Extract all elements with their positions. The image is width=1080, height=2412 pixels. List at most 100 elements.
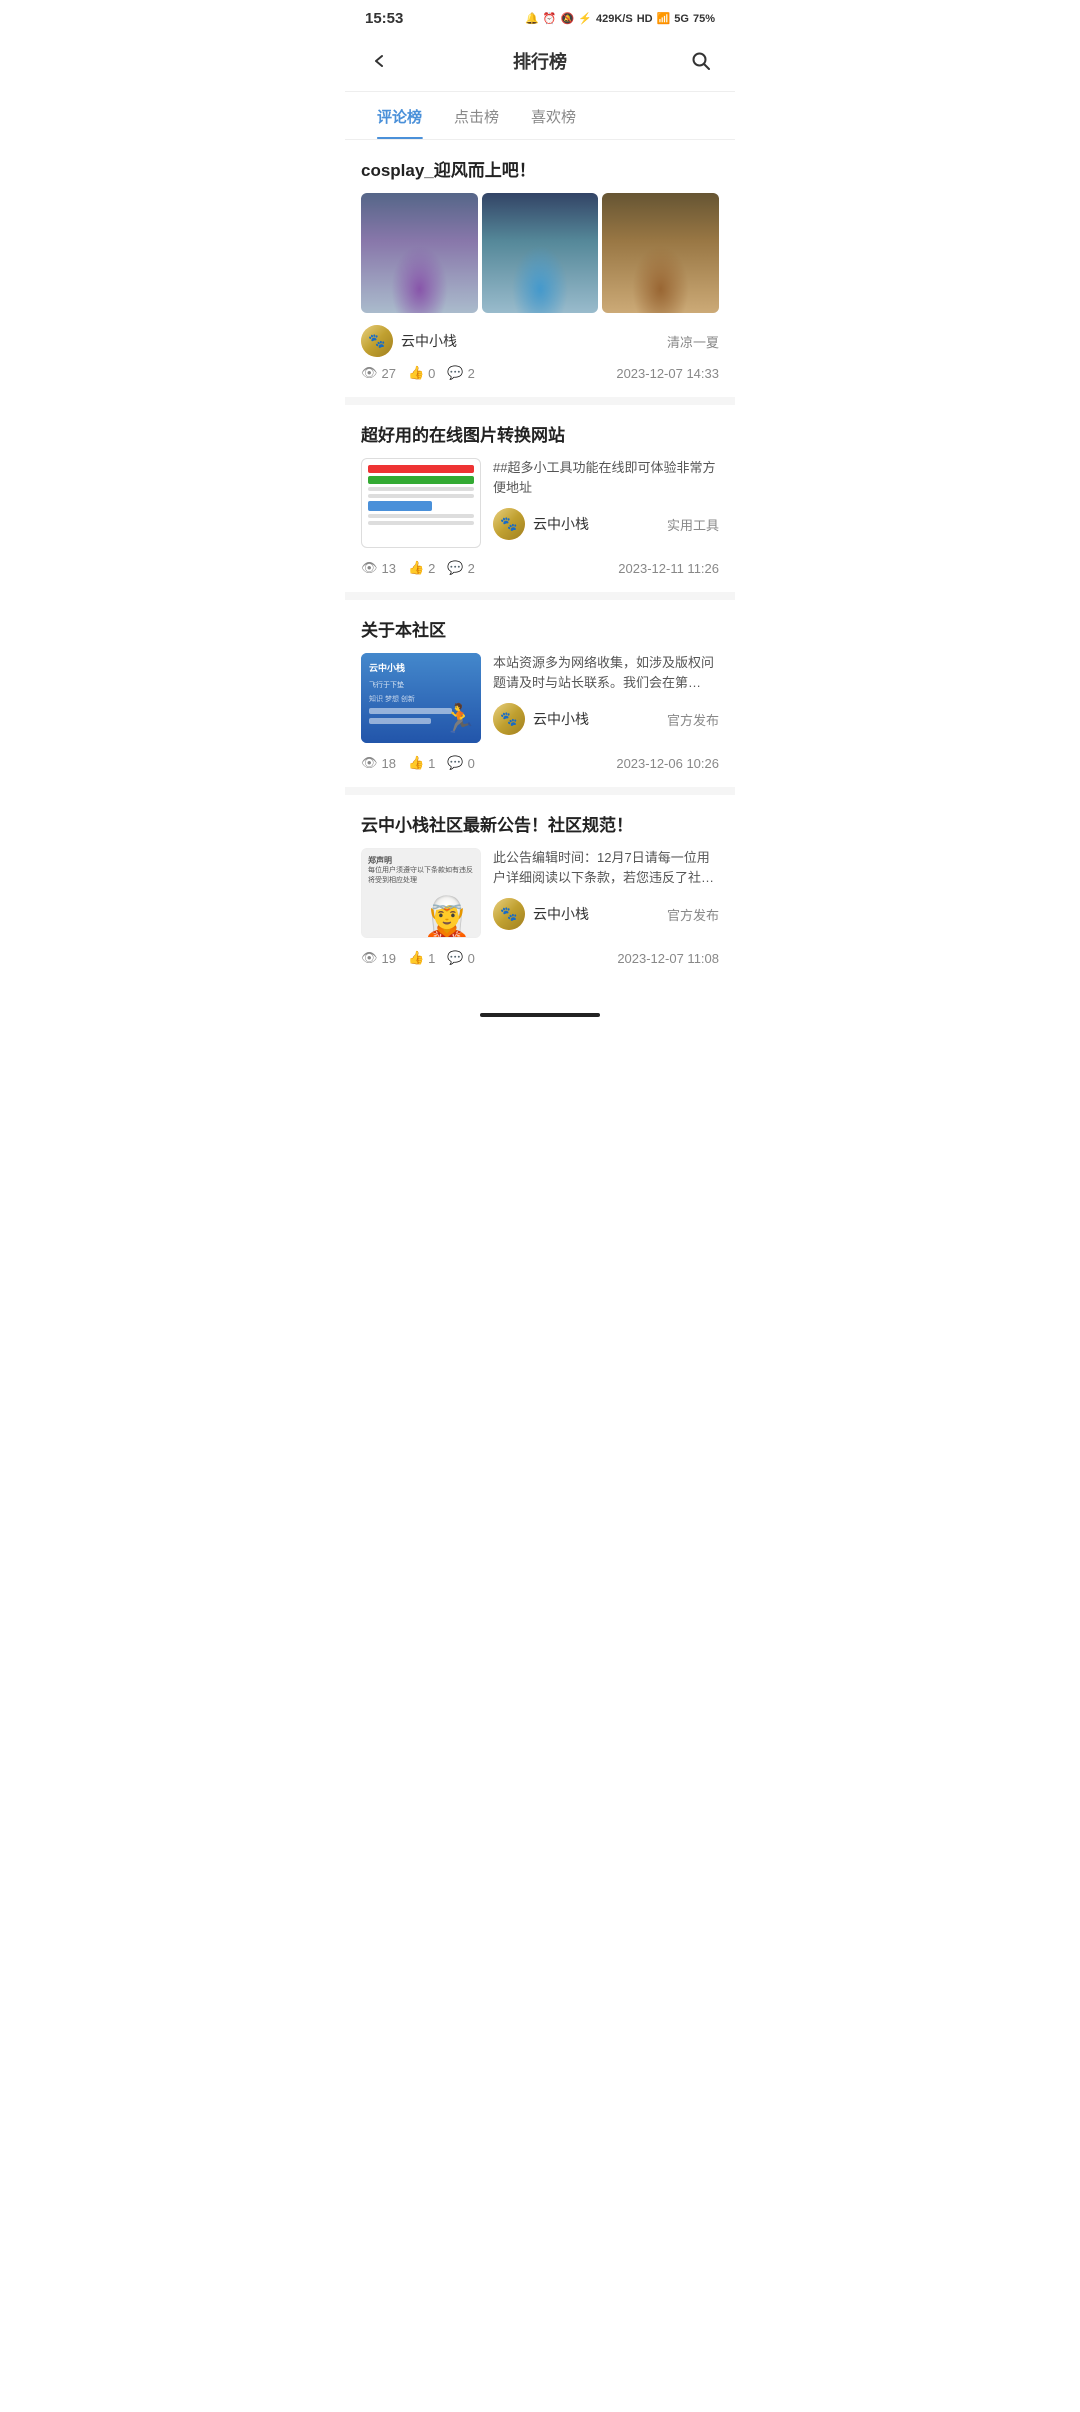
back-button[interactable] bbox=[361, 43, 397, 79]
category-tag-3: 官方发布 bbox=[667, 710, 719, 729]
author-row-2: 云中小栈 实用工具 bbox=[493, 508, 719, 540]
like-count-4: 👍 1 bbox=[408, 950, 435, 966]
avatar-4 bbox=[493, 898, 525, 930]
author-left-2: 云中小栈 bbox=[493, 508, 589, 540]
author-left-1: 云中小栈 bbox=[361, 325, 457, 357]
stats-row-2: 👁 13 👍 2 💬 2 2023-12-11 11:26 bbox=[361, 560, 719, 576]
status-icons: 🔔 ⏰ 🔕 ⚡ 429K/S HD 📶 5G 75% bbox=[525, 12, 715, 25]
post-title-1: cosplay_迎风而上吧！ bbox=[361, 156, 719, 181]
category-tag-2: 实用工具 bbox=[667, 515, 719, 534]
website-bar-red bbox=[368, 465, 474, 473]
notice-header-text: 每位用户须遵守以下条款如有违反将受到相应处理 bbox=[368, 866, 474, 886]
post-date-1: 2023-12-07 14:33 bbox=[616, 366, 719, 381]
stats-left-1: 👁 27 👍 0 💬 2 bbox=[361, 365, 475, 381]
website-btn bbox=[368, 501, 432, 511]
post-horizontal-2: ##超多小工具功能在线即可体验非常方便地址 云中小栈 实用工具 bbox=[361, 458, 719, 548]
stats-left-2: 👁 13 👍 2 💬 2 bbox=[361, 560, 475, 576]
bottom-nav bbox=[345, 990, 735, 1040]
comment-count-4: 💬 0 bbox=[447, 950, 474, 966]
avatar-1 bbox=[361, 325, 393, 357]
status-bar: 15:53 🔔 ⏰ 🔕 ⚡ 429K/S HD 📶 5G 75% bbox=[345, 0, 735, 33]
gallery-image-3 bbox=[602, 193, 719, 313]
tabs-container: 评论榜 点击榜 喜欢榜 bbox=[345, 92, 735, 140]
post-title-2: 超好用的在线图片转换网站 bbox=[361, 421, 719, 446]
author-left-4: 云中小栈 bbox=[493, 898, 589, 930]
community-line-1 bbox=[369, 708, 452, 714]
view-count-2: 👁 13 bbox=[361, 560, 396, 576]
community-slogan: 飞行于下垫 bbox=[369, 680, 473, 690]
author-name-2: 云中小栈 bbox=[533, 514, 589, 534]
post-card-1[interactable]: cosplay_迎风而上吧！ 云中小栈 清凉一夏 👁 27 👍 bbox=[345, 140, 735, 397]
post-card-3[interactable]: 关于本社区 云中小栈 飞行于下垫 知识 梦想 创新 🏃 本站资源多为网络收集，如… bbox=[345, 600, 735, 787]
view-count-3: 👁 18 bbox=[361, 755, 396, 771]
community-logo-text: 云中小栈 bbox=[369, 661, 473, 674]
comment-icon-4: 💬 bbox=[447, 950, 463, 966]
website-bar-green bbox=[368, 476, 474, 484]
author-row-4: 云中小栈 官方发布 bbox=[493, 898, 719, 930]
author-left-3: 云中小栈 bbox=[493, 703, 589, 735]
author-row-3: 云中小栈 官方发布 bbox=[493, 703, 719, 735]
search-button[interactable] bbox=[683, 43, 719, 79]
stats-row-4: 👁 19 👍 1 💬 0 2023-12-07 11:08 bbox=[361, 950, 719, 966]
gallery-image-1 bbox=[361, 193, 478, 313]
post-card-4[interactable]: 云中小栈社区最新公告！社区规范！ 郑声明 每位用户须遵守以下条款如有违反将受到相… bbox=[345, 795, 735, 982]
hd-icon: HD bbox=[637, 13, 653, 25]
like-count-1: 👍 0 bbox=[408, 365, 435, 381]
category-tag-4: 官方发布 bbox=[667, 905, 719, 924]
author-name-1: 云中小栈 bbox=[401, 331, 457, 351]
stats-left-4: 👁 19 👍 1 💬 0 bbox=[361, 950, 475, 966]
author-name-4: 云中小栈 bbox=[533, 904, 589, 924]
like-count-3: 👍 1 bbox=[408, 755, 435, 771]
like-icon-3: 👍 bbox=[408, 755, 424, 771]
page-title: 排行榜 bbox=[397, 48, 683, 74]
home-indicator bbox=[480, 1013, 600, 1017]
like-icon-4: 👍 bbox=[408, 950, 424, 966]
post-thumb-4: 郑声明 每位用户须遵守以下条款如有违反将受到相应处理 🧝 bbox=[361, 848, 481, 938]
community-figure: 🏃 bbox=[442, 702, 477, 735]
post-card-2[interactable]: 超好用的在线图片转换网站 ##超多小工具功能在线即可体验非常方便地址 bbox=[345, 405, 735, 592]
eye-icon-3: 👁 bbox=[361, 755, 378, 771]
comment-icon-3: 💬 bbox=[447, 755, 463, 771]
alarm-icon: ⏰ bbox=[543, 12, 557, 25]
post-excerpt-3: 本站资源多为网络收集，如涉及版权问题请及时与站长联系。我们会在第… bbox=[493, 653, 719, 692]
post-content-3: 本站资源多为网络收集，如涉及版权问题请及时与站长联系。我们会在第… 云中小栈 官… bbox=[493, 653, 719, 743]
stats-row-1: 👁 27 👍 0 💬 2 2023-12-07 14:33 bbox=[361, 365, 719, 381]
gallery-image-2 bbox=[482, 193, 599, 313]
volume-icon: 🔕 bbox=[561, 12, 575, 25]
stats-left-3: 👁 18 👍 1 💬 0 bbox=[361, 755, 475, 771]
avatar-3 bbox=[493, 703, 525, 735]
post-thumb-3: 云中小栈 飞行于下垫 知识 梦想 创新 🏃 bbox=[361, 653, 481, 743]
header: 排行榜 bbox=[345, 33, 735, 91]
eye-icon: 👁 bbox=[361, 365, 378, 381]
signal-icon: 5G bbox=[674, 13, 689, 25]
post-content-2: ##超多小工具功能在线即可体验非常方便地址 云中小栈 实用工具 bbox=[493, 458, 719, 548]
bluetooth-icon: ⚡ bbox=[578, 12, 592, 25]
like-count-2: 👍 2 bbox=[408, 560, 435, 576]
notification-icon: 🔔 bbox=[525, 12, 539, 25]
stats-row-3: 👁 18 👍 1 💬 0 2023-12-06 10:26 bbox=[361, 755, 719, 771]
tab-clicks[interactable]: 点击榜 bbox=[438, 92, 515, 139]
post-gallery-1 bbox=[361, 193, 719, 313]
tab-likes[interactable]: 喜欢榜 bbox=[515, 92, 592, 139]
author-row-1: 云中小栈 清凉一夏 bbox=[361, 325, 719, 357]
notice-character: 🧝 bbox=[422, 894, 472, 937]
post-title-3: 关于本社区 bbox=[361, 616, 719, 641]
post-date-2: 2023-12-11 11:26 bbox=[618, 561, 719, 576]
website-line-3 bbox=[368, 514, 474, 518]
like-icon-2: 👍 bbox=[408, 560, 424, 576]
content-area: cosplay_迎风而上吧！ 云中小栈 清凉一夏 👁 27 👍 bbox=[345, 140, 735, 982]
post-title-4: 云中小栈社区最新公告！社区规范！ bbox=[361, 811, 719, 836]
comment-icon: 💬 bbox=[447, 365, 463, 381]
community-mock: 云中小栈 飞行于下垫 知识 梦想 创新 🏃 bbox=[361, 653, 481, 743]
comment-count-3: 💬 0 bbox=[447, 755, 474, 771]
status-time: 15:53 bbox=[365, 10, 403, 27]
wifi-icon: 📶 bbox=[657, 12, 671, 25]
post-excerpt-4: 此公告编辑时间：12月7日请每一位用户详细阅读以下条款，若您违反了社… bbox=[493, 848, 719, 887]
post-thumb-2 bbox=[361, 458, 481, 548]
author-name-3: 云中小栈 bbox=[533, 709, 589, 729]
comment-count-2: 💬 2 bbox=[447, 560, 474, 576]
tab-comments[interactable]: 评论榜 bbox=[361, 92, 438, 139]
website-line-2 bbox=[368, 494, 474, 498]
view-count-4: 👁 19 bbox=[361, 950, 396, 966]
comment-icon-2: 💬 bbox=[447, 560, 463, 576]
